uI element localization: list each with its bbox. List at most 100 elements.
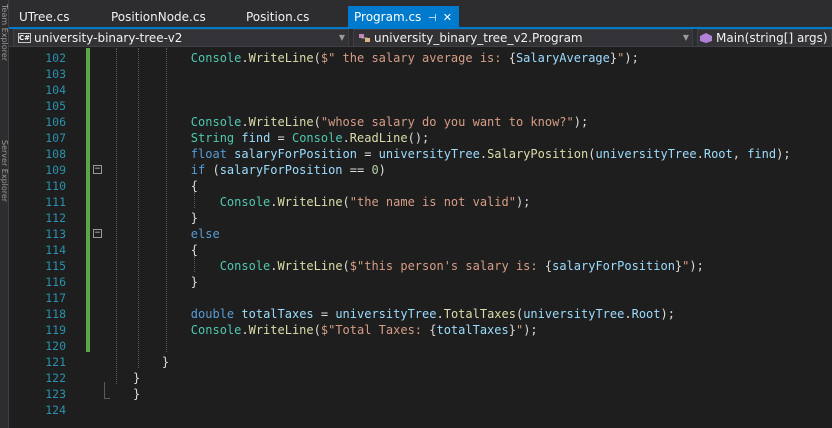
code-line[interactable]: Console.WriteLine($"Total Taxes: {totalT…	[133, 322, 538, 338]
code-token: Root	[703, 147, 733, 161]
line-number: 105	[45, 99, 66, 113]
code-token: Console	[219, 259, 271, 273]
code-line[interactable]: Console.WriteLine($" the salary average …	[133, 50, 639, 66]
line-number: 122	[45, 371, 66, 385]
code-token: .	[270, 195, 278, 209]
code-token: WriteLine	[277, 259, 343, 273]
code-token: {	[133, 243, 199, 257]
code-token: Console	[190, 323, 242, 337]
code-line[interactable]: }	[133, 370, 140, 386]
line-number: 120	[45, 339, 66, 353]
code-token: (	[313, 115, 321, 129]
tab-position[interactable]: Position.cs	[246, 6, 309, 28]
line-number: 119	[45, 323, 66, 337]
code-line[interactable]: Console.WriteLine("whose salary do you w…	[133, 114, 588, 130]
code-token: ==	[342, 163, 372, 177]
tab-program[interactable]: Program.cs ⊣ ✕	[348, 6, 460, 29]
line-number: 124	[45, 403, 66, 417]
side-tab-team-explorer[interactable]: Team Explorer	[0, 4, 9, 124]
project-dropdown-value: university-binary-tree-v2	[34, 31, 183, 45]
code-token: }	[133, 211, 199, 225]
code-editor[interactable]: − − 102 Console.WriteLine($" the salary …	[9, 48, 832, 428]
line-number: 123	[45, 387, 66, 401]
code-line[interactable]: Console.WriteLine("the name is not valid…	[133, 194, 531, 210]
code-token: WriteLine	[248, 115, 314, 129]
line-number: 112	[45, 211, 66, 225]
code-line[interactable]: {	[133, 178, 198, 194]
member-dropdown[interactable]: Main(string[] args)	[697, 29, 832, 47]
code-line[interactable]: if (salaryForPosition == 0)	[133, 162, 386, 178]
code-token: salaryForPosition	[234, 147, 357, 161]
code-token: .	[479, 147, 488, 161]
project-dropdown[interactable]: C# university-binary-tree-v2 ▼	[13, 29, 349, 47]
code-token: WriteLine	[277, 195, 343, 209]
code-line[interactable]: float salaryForPosition = universityTree…	[133, 146, 791, 162]
code-token: ();	[407, 131, 430, 145]
code-token: .	[270, 259, 278, 273]
code-token: (	[313, 51, 321, 65]
code-token: .	[241, 323, 249, 337]
line-number: 107	[45, 131, 66, 145]
tab-utree[interactable]: UTree.cs	[19, 6, 69, 28]
code-token: $" the salary average is:	[320, 51, 509, 65]
code-token: universityTree	[523, 307, 625, 321]
code-token: find	[241, 131, 271, 145]
line-number: 103	[45, 67, 66, 81]
code-token: {	[133, 179, 199, 193]
tab-positionnode[interactable]: PositionNode.cs	[111, 6, 206, 28]
code-token: SalaryPosition	[487, 147, 589, 161]
code-token: totalTaxes	[241, 307, 314, 321]
code-token: }	[508, 323, 516, 337]
code-token: );	[776, 147, 791, 161]
code-token: Console	[190, 51, 242, 65]
code-line[interactable]: String find = Console.ReadLine();	[133, 130, 429, 146]
line-number: 114	[45, 243, 66, 257]
code-token: );	[573, 115, 589, 129]
code-token: salaryForPosition	[552, 259, 675, 273]
line-number: 121	[45, 355, 66, 369]
code-token: )	[378, 163, 386, 177]
code-line[interactable]: double totalTaxes = universityTree.Total…	[133, 306, 675, 322]
class-icon	[359, 34, 370, 42]
line-number: 117	[45, 291, 66, 305]
collapse-if-icon[interactable]: −	[93, 165, 102, 174]
outline-end-marker	[104, 398, 110, 399]
collapse-else-icon[interactable]: −	[93, 229, 102, 238]
code-line[interactable]: }	[133, 354, 169, 370]
document-tab-bar: UTree.cs PositionNode.cs Position.cs Pro…	[9, 0, 832, 28]
line-number: 115	[45, 259, 66, 273]
tab-program-label: Program.cs	[354, 10, 422, 24]
class-dropdown[interactable]: university_binary_tree_v2.Program ▼	[353, 29, 693, 47]
code-line[interactable]: }	[133, 274, 198, 290]
code-token: Root	[631, 307, 661, 321]
line-number: 102	[45, 51, 66, 65]
code-token: Console	[190, 115, 242, 129]
code-token: );	[689, 259, 704, 273]
code-line[interactable]: {	[133, 242, 198, 258]
code-token: }	[133, 275, 199, 289]
code-line[interactable]: }	[133, 386, 140, 402]
code-token: }	[133, 355, 170, 369]
code-line[interactable]: }	[133, 210, 198, 226]
line-number: 116	[45, 275, 66, 289]
code-token: (	[313, 323, 321, 337]
code-token: Console	[219, 195, 271, 209]
side-tab-server-explorer[interactable]: Server Explorer	[0, 140, 9, 290]
close-icon[interactable]: ✕	[441, 7, 453, 29]
code-token: ,	[732, 147, 748, 161]
code-token: totalTaxes	[436, 323, 509, 337]
code-token: universityTree	[335, 307, 437, 321]
code-line[interactable]: Console.WriteLine($"this person's salary…	[133, 258, 704, 274]
class-dropdown-value: university_binary_tree_v2.Program	[374, 31, 583, 45]
code-token: 0	[371, 163, 379, 177]
change-indicator-bar	[86, 48, 90, 352]
code-token: (	[205, 163, 220, 177]
code-token: find	[747, 147, 777, 161]
code-token: $"this person's salary is:	[349, 259, 545, 273]
code-line[interactable]: else	[133, 226, 220, 242]
